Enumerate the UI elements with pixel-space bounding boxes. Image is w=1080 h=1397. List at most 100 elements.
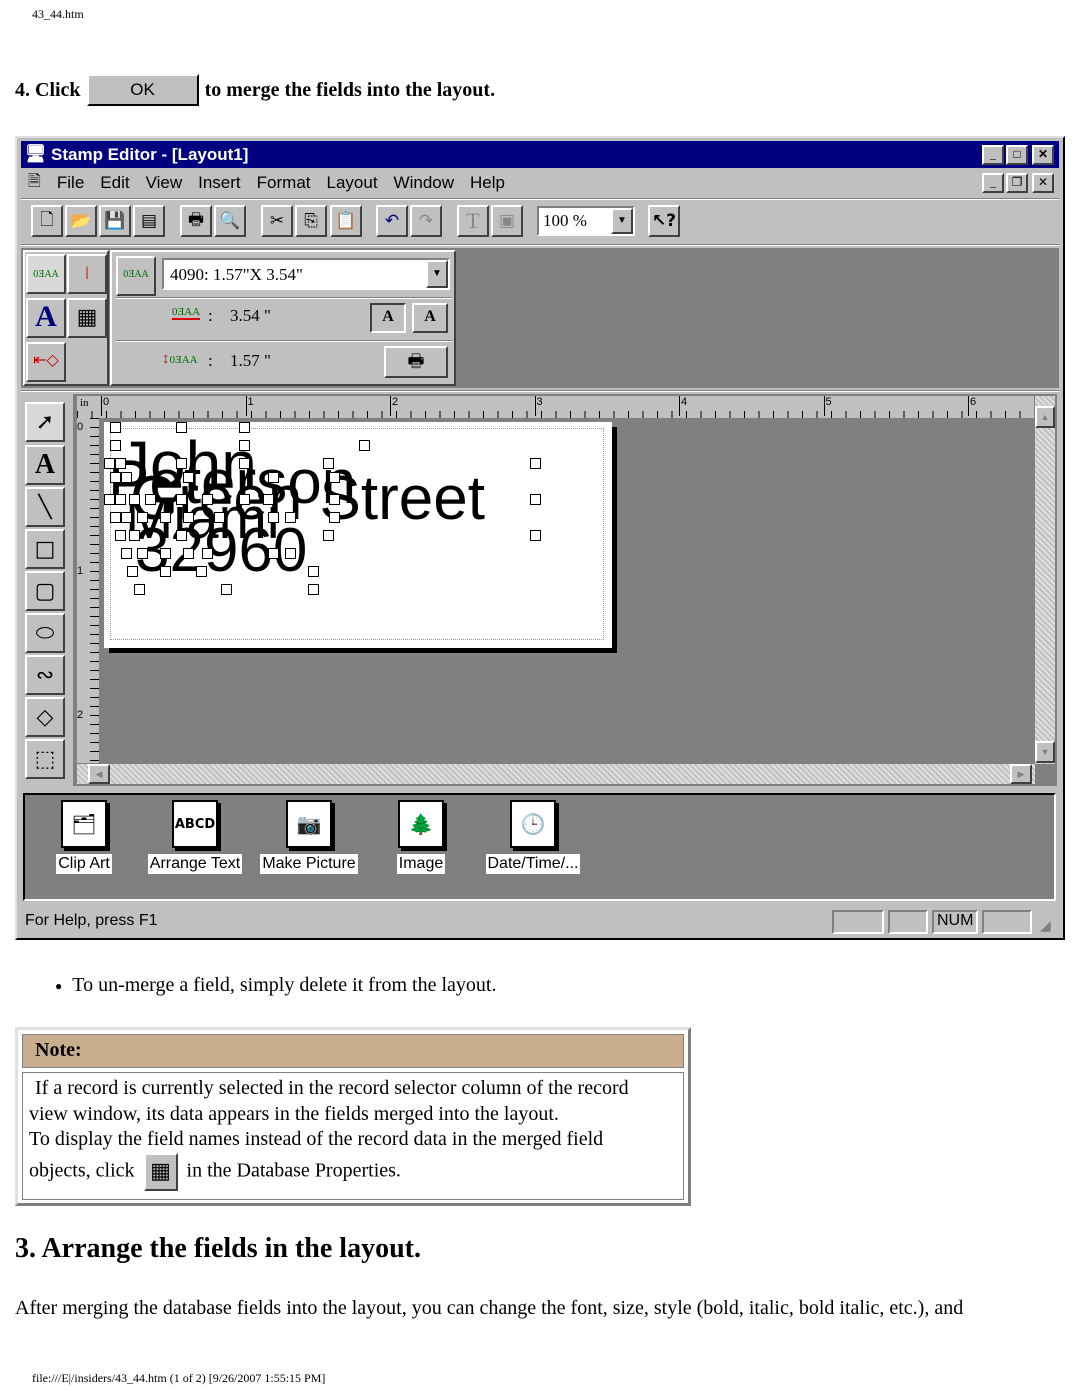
text-tool-icon[interactable]: A	[25, 445, 65, 485]
selection-handle[interactable]	[137, 512, 148, 523]
selection-handle[interactable]	[308, 566, 319, 577]
selection-handle[interactable]	[239, 422, 250, 433]
selection-handle[interactable]	[530, 458, 541, 469]
open-icon[interactable]: 📂	[65, 205, 97, 237]
palette-date-time[interactable]: 🕒 Date/Time/...	[478, 800, 588, 874]
landscape-icon[interactable]: A	[370, 303, 406, 333]
cut-icon[interactable]: ✂	[261, 205, 293, 237]
doc-close-button[interactable]: ✕	[1032, 173, 1054, 193]
selection-handle[interactable]	[160, 548, 171, 559]
selection-handle[interactable]	[110, 512, 121, 523]
doc-restore-button[interactable]: ❐	[1006, 173, 1028, 193]
scroll-down-icon[interactable]: ▼	[1035, 741, 1055, 763]
menu-format[interactable]: Format	[257, 173, 311, 193]
selection-handle[interactable]	[110, 472, 121, 483]
rounded-rectangle-tool-icon[interactable]: ▢	[25, 571, 65, 611]
minimize-button[interactable]: _	[982, 145, 1004, 165]
polygon-tool-icon[interactable]: ◇	[25, 697, 65, 737]
selection-handle[interactable]	[104, 494, 115, 505]
palette-make-picture[interactable]: 📷 Make Picture	[257, 800, 361, 874]
selection-handle[interactable]	[110, 422, 121, 433]
selection-handle[interactable]	[134, 584, 145, 595]
selection-handle[interactable]	[196, 566, 207, 577]
palette-arrange-text[interactable]: ABCD Arrange Text	[145, 800, 245, 874]
menu-insert[interactable]: Insert	[198, 173, 241, 193]
doc-minimize-button[interactable]: _	[982, 173, 1004, 193]
chevron-down-icon[interactable]: ▼	[611, 208, 633, 234]
selection-handle[interactable]	[121, 512, 132, 523]
font-icon[interactable]: A	[26, 298, 66, 338]
context-help-icon[interactable]: ↖?	[648, 205, 680, 237]
selection-handle[interactable]	[202, 548, 213, 559]
selection-handle[interactable]	[176, 458, 187, 469]
palette-image[interactable]: 🌲 Image	[390, 800, 452, 874]
vertical-scrollbar[interactable]	[1035, 396, 1055, 764]
selection-handle[interactable]	[121, 472, 132, 483]
close-button[interactable]: ✕	[1032, 145, 1054, 165]
print-preview-icon[interactable]: 🔍	[214, 205, 246, 237]
selection-handle[interactable]	[160, 512, 171, 523]
merge-field-icon[interactable]: |←AB	[67, 254, 107, 314]
ok-button[interactable]: OK	[86, 74, 199, 106]
selection-handle[interactable]	[176, 530, 187, 541]
selection-handle[interactable]	[129, 530, 140, 541]
selection-handle[interactable]	[129, 494, 140, 505]
menu-edit[interactable]: Edit	[100, 173, 129, 193]
selection-handle[interactable]	[329, 472, 340, 483]
resize-grip-icon[interactable]: ◢	[1040, 918, 1051, 935]
selection-handle[interactable]	[323, 458, 334, 469]
selection-handle[interactable]	[239, 458, 250, 469]
selection-handle[interactable]	[263, 494, 274, 505]
selection-handle[interactable]	[530, 494, 541, 505]
selection-handle[interactable]	[115, 458, 126, 469]
scroll-up-icon[interactable]: ▲	[1035, 406, 1055, 428]
frame-tool-icon[interactable]: ⬚	[25, 739, 65, 779]
chevron-down-icon[interactable]: ▼	[426, 260, 448, 288]
scroll-right-icon[interactable]: ▶	[1010, 764, 1032, 784]
selection-handle[interactable]	[115, 494, 126, 505]
menu-file[interactable]: File	[57, 173, 84, 193]
scroll-left-icon[interactable]: ◀	[88, 764, 110, 784]
text-disabled-icon[interactable]: T	[457, 205, 489, 237]
ellipse-tool-icon[interactable]: ⬭	[25, 613, 65, 653]
maximize-button[interactable]: □	[1006, 145, 1028, 165]
selection-handle[interactable]	[221, 584, 232, 595]
selection-handle[interactable]	[183, 472, 194, 483]
selection-handle[interactable]	[268, 512, 279, 523]
selection-handle[interactable]	[127, 566, 138, 577]
rectangle-tool-icon[interactable]: □	[25, 529, 65, 569]
stamp-mode-icon[interactable]: 0ƎAA	[26, 254, 66, 294]
zoom-select[interactable]: 100 % ▼	[537, 206, 635, 236]
selection-handle[interactable]	[160, 566, 171, 577]
print-setup-icon[interactable]: 🖶	[384, 346, 448, 378]
selection-handle[interactable]	[268, 472, 279, 483]
selection-handle[interactable]	[183, 512, 194, 523]
selection-handle[interactable]	[115, 530, 126, 541]
menu-layout[interactable]: Layout	[327, 173, 378, 193]
selection-handle[interactable]	[329, 494, 340, 505]
print-icon[interactable]: 🖶	[180, 205, 212, 237]
selection-handle[interactable]	[202, 494, 213, 505]
selection-handle[interactable]	[239, 440, 250, 451]
menu-help[interactable]: Help	[470, 173, 505, 193]
selection-handle[interactable]	[176, 422, 187, 433]
selection-handle[interactable]	[359, 440, 370, 451]
selection-handle[interactable]	[308, 584, 319, 595]
database-icon[interactable]: ▤	[133, 205, 165, 237]
menu-view[interactable]: View	[146, 173, 183, 193]
selection-handle[interactable]	[285, 512, 296, 523]
selection-handle[interactable]	[530, 530, 541, 541]
undo-icon[interactable]: ↶	[376, 205, 408, 237]
selection-handle[interactable]	[137, 548, 148, 559]
line-tool-icon[interactable]: ╲	[25, 487, 65, 527]
menu-window[interactable]: Window	[394, 173, 454, 193]
new-icon[interactable]: 🗋	[31, 205, 63, 237]
paste-icon[interactable]: 📋	[330, 205, 362, 237]
selection-handle[interactable]	[176, 494, 187, 505]
frame-disabled-icon[interactable]: ▣	[491, 205, 523, 237]
save-icon[interactable]: 💾	[99, 205, 131, 237]
palette-clip-art[interactable]: 🗂 Clip Art	[52, 800, 116, 874]
selection-handle[interactable]	[183, 548, 194, 559]
stamp-icon[interactable]: 0ƎAA	[116, 256, 156, 296]
stamp-size-select[interactable]: 4090: 1.57"X 3.54" ▼	[162, 258, 450, 290]
